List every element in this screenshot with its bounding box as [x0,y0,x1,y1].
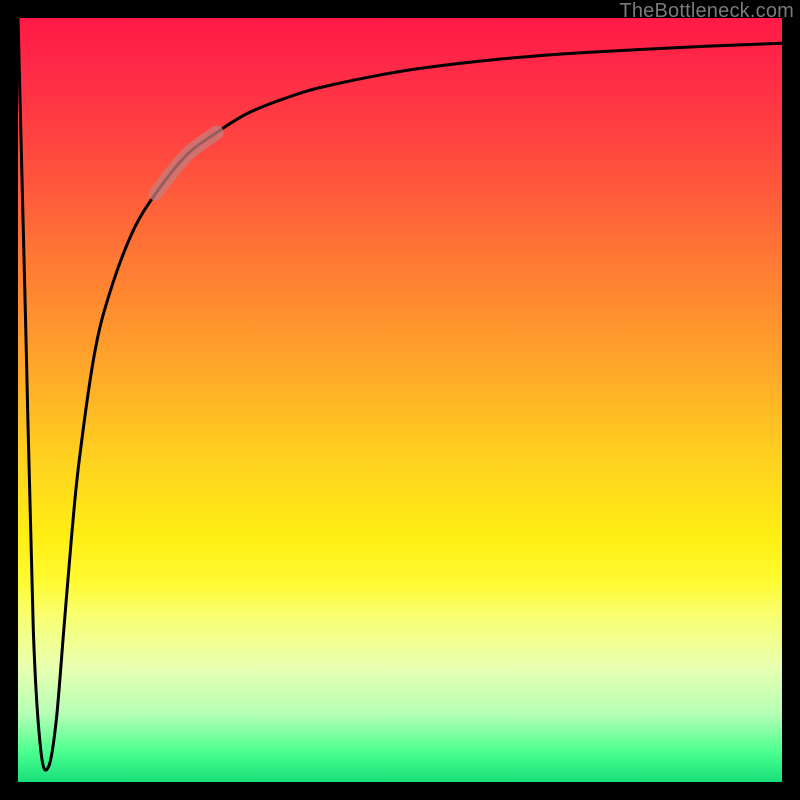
curve-svg [18,18,782,782]
chart-root: TheBottleneck.com [0,0,800,800]
plot-area [18,18,782,782]
bottleneck-curve [18,18,782,770]
highlight-segment [156,133,217,194]
